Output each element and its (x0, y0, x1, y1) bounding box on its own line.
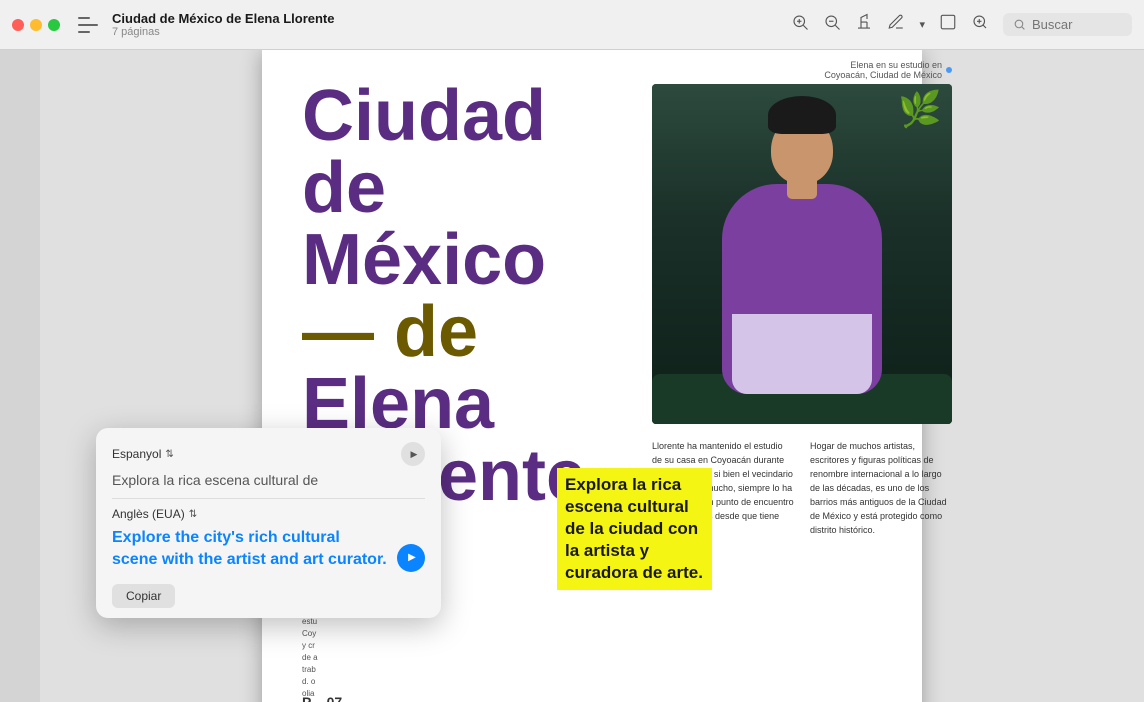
search-input[interactable] (1032, 17, 1122, 32)
share-icon[interactable] (855, 13, 873, 36)
body-col-2: Hogar de muchos artistas, escritores y f… (810, 440, 952, 538)
target-lang-row: Anglès (EUA) ⇅ (112, 507, 425, 521)
sidebar-toggle-button[interactable] (78, 17, 98, 33)
photo-background: 🌿 (652, 84, 952, 424)
highlight-text-block: Explora la rica escena cultural de la ci… (557, 468, 712, 590)
play-translated-button[interactable] (397, 544, 425, 572)
main-content: Ciudad deMéxico — de Elena Llorente SegM… (0, 50, 1144, 702)
search-box[interactable] (1003, 13, 1132, 36)
person-photo: 🌿 (652, 84, 952, 424)
source-text: Explora la rica escena cultural de (112, 472, 425, 488)
caption-dot (946, 67, 952, 73)
play-source-button[interactable] (401, 442, 425, 466)
find-icon[interactable] (971, 13, 989, 36)
copy-button[interactable]: Copiar (112, 584, 175, 608)
page-right-column: Elena en su estudio en Coyoacán, Ciudad … (642, 50, 972, 702)
translation-popup: Espanyol ⇅ Explora la rica escena cultur… (96, 428, 441, 618)
translated-text: Explore the city's rich cultural scene w… (112, 527, 397, 572)
search-icon (1013, 18, 1026, 31)
target-lang-label: Anglès (EUA) ⇅ (112, 507, 197, 521)
photo-caption: Elena en su estudio en Coyoacán, Ciudad … (652, 60, 952, 80)
traffic-lights (12, 19, 60, 31)
document-title: Ciudad de México de Elena Llorente (112, 11, 783, 26)
source-lang-chevron[interactable]: ⇅ (165, 449, 173, 460)
left-sidebar (0, 50, 40, 702)
markup-chevron-icon[interactable]: ▾ (919, 18, 925, 31)
target-text-row: Explore the city's rich cultural scene w… (112, 527, 425, 572)
target-lang-chevron[interactable]: ⇅ (189, 509, 197, 520)
minimize-button[interactable] (30, 19, 42, 31)
popup-divider (112, 498, 425, 499)
zoom-out-icon[interactable] (823, 13, 841, 36)
crop-icon[interactable] (939, 13, 957, 36)
zoom-in-icon[interactable] (791, 13, 809, 36)
plant-icon: 🌿 (898, 89, 942, 130)
markup-icon[interactable] (887, 13, 905, 36)
title-dash: — de (302, 292, 478, 372)
source-lang-row: Espanyol ⇅ (112, 442, 425, 466)
close-button[interactable] (12, 19, 24, 31)
toolbar-right: ▾ (791, 13, 1132, 36)
person-pants (732, 314, 872, 394)
document-subtitle: 7 páginas (112, 26, 783, 38)
title-info: Ciudad de México de Elena Llorente 7 pág… (112, 11, 783, 38)
source-lang-label: Espanyol ⇅ (112, 447, 174, 461)
document-area: Ciudad deMéxico — de Elena Llorente SegM… (40, 50, 1144, 702)
fullscreen-button[interactable] (48, 19, 60, 31)
caption-text: Elena en su estudio en Coyoacán, Ciudad … (824, 60, 942, 80)
person-hair (768, 96, 836, 134)
title-line1: Ciudad deMéxico (302, 76, 546, 300)
titlebar: Ciudad de México de Elena Llorente 7 pág… (0, 0, 1144, 50)
page-number: P – 07 (302, 694, 342, 702)
